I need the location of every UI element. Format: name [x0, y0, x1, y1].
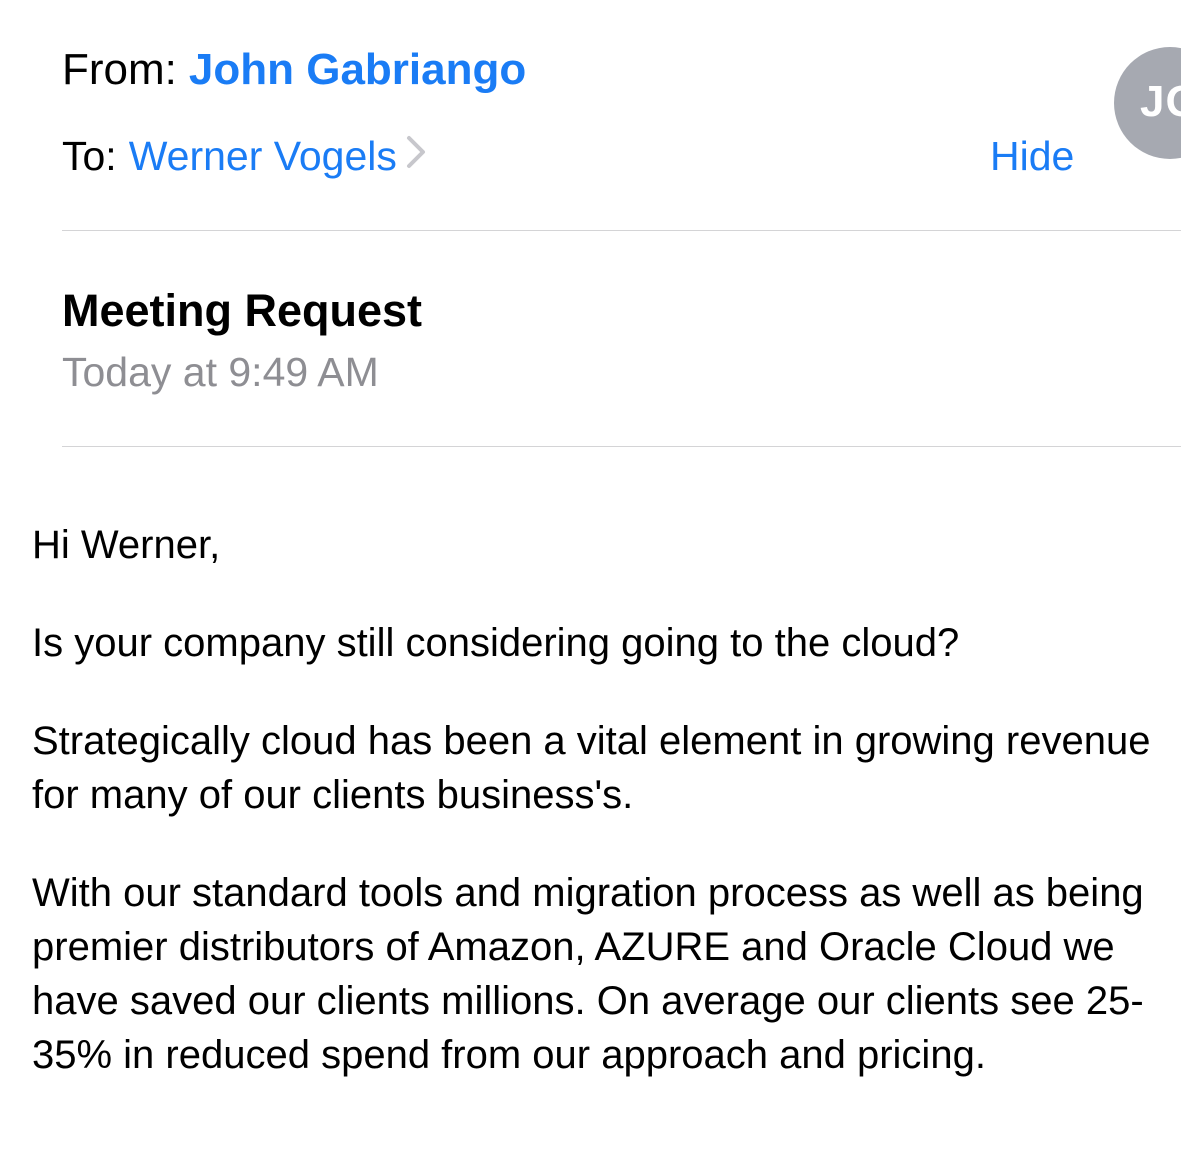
header-divider	[62, 230, 1181, 231]
body-paragraph: Is your company still considering going …	[32, 621, 960, 665]
email-greeting: Hi Werner,	[32, 523, 221, 567]
subject-divider	[62, 446, 1181, 447]
avatar-initials: JG	[1140, 77, 1181, 126]
hide-details-button[interactable]: Hide	[990, 127, 1074, 185]
chevron-right-icon[interactable]	[405, 127, 427, 185]
sender-avatar[interactable]: JG	[1114, 47, 1181, 159]
email-date: Today at 9:49 AM	[62, 349, 379, 395]
body-paragraph: Strategically cloud has been a vital ele…	[32, 719, 1151, 817]
sender-name-link[interactable]: John Gabriango	[189, 45, 526, 94]
recipient-name-link[interactable]: Werner Vogels	[129, 133, 397, 179]
body-paragraph: With our standard tools and migration pr…	[32, 871, 1144, 1077]
to-row: To: Werner Vogels	[62, 127, 427, 185]
email-body: Hi Werner, Is your company still conside…	[32, 518, 1181, 1082]
email-header: From: John Gabriango To: Werner Vogels Hid…	[0, 0, 1181, 447]
email-subject: Meeting Request	[62, 285, 423, 336]
from-label: From:	[62, 45, 177, 94]
from-row: From: John Gabriango	[62, 40, 526, 100]
to-label: To:	[62, 133, 117, 179]
